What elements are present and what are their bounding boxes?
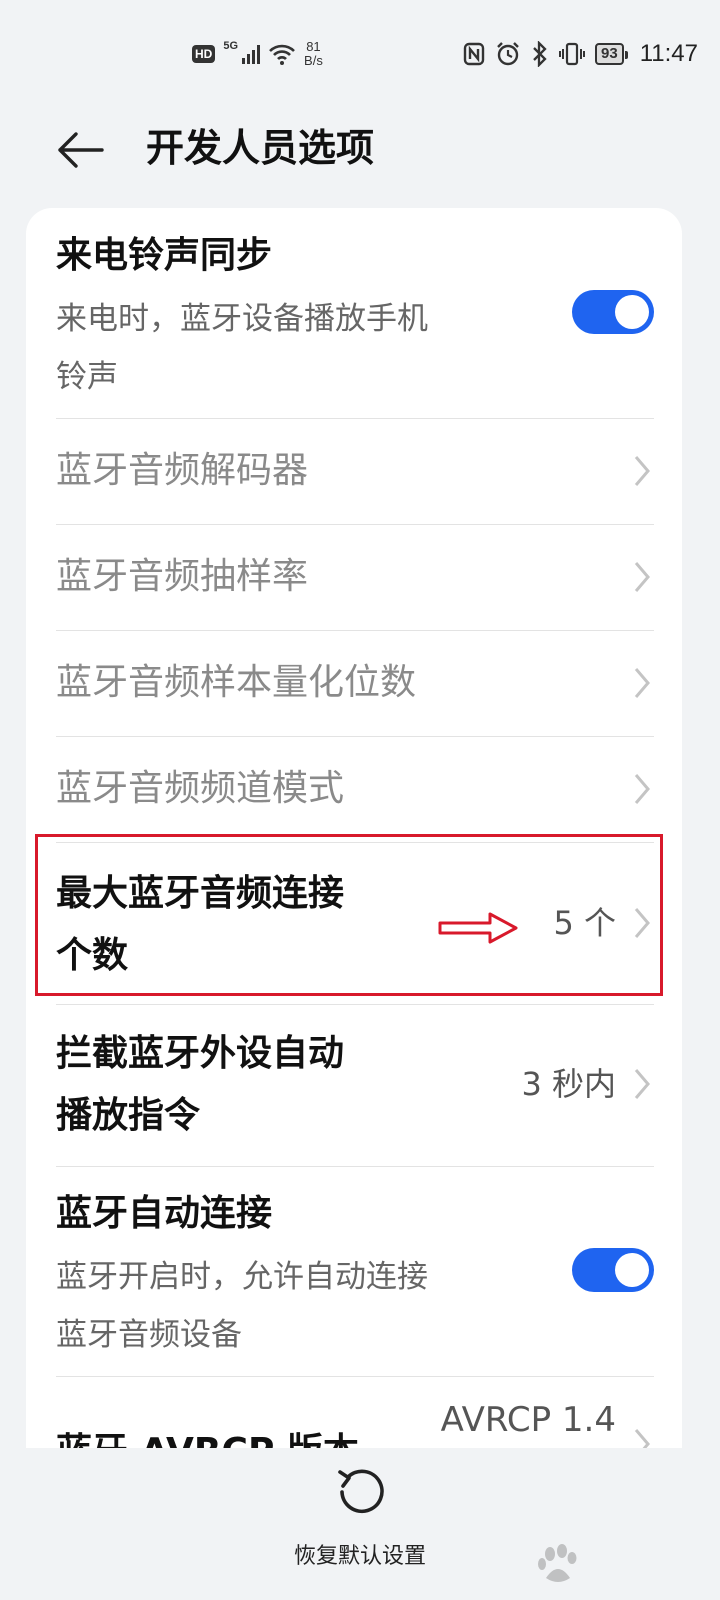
chevron-right-icon	[634, 908, 650, 938]
status-bar: HD 5G 81 B/s 93 11:47	[0, 0, 720, 100]
net-speed: 81 B/s	[304, 40, 323, 68]
reset-defaults-button[interactable]: 恢复默认设置	[260, 1464, 460, 1574]
nfc-icon	[463, 42, 485, 66]
network-type: 5G	[223, 40, 239, 52]
setting-value: 5 个	[553, 904, 616, 942]
setting-value: AVRCP 1.4	[440, 1400, 616, 1440]
setting-title: 蓝牙自动连接	[56, 1193, 273, 1234]
setting-title: 蓝牙音频样本量化位数	[56, 662, 417, 703]
toggle-knob	[615, 295, 649, 329]
chevron-right-icon	[634, 1069, 650, 1099]
bluetooth-icon	[533, 41, 547, 67]
setting-sample-rate: 蓝牙音频抽样率	[56, 524, 654, 631]
reset-defaults-label: 恢复默认设置	[293, 1544, 426, 1569]
setting-channel-mode: 蓝牙音频频道模式	[56, 736, 654, 843]
setting-title-line1: 拦截蓝牙外设自动	[56, 1033, 345, 1074]
setting-desc-line2: 蓝牙音频设备	[56, 1317, 242, 1353]
setting-audio-codec: 蓝牙音频解码器	[56, 418, 654, 525]
setting-desc-line1: 蓝牙开启时，允许自动连接	[56, 1259, 428, 1295]
setting-title: 蓝牙音频抽样率	[56, 556, 309, 597]
setting-title-line1: 最大蓝牙音频连接	[56, 873, 345, 914]
chevron-right-icon	[634, 562, 650, 592]
setting-max-connections[interactable]: 最大蓝牙音频连接 个数 5 个	[56, 842, 654, 1005]
setting-title: 来电铃声同步	[56, 235, 273, 276]
toggle-knob	[615, 1253, 649, 1287]
auto-connect-toggle[interactable]	[572, 1248, 654, 1292]
battery-icon: 93	[595, 43, 628, 65]
setting-title-line2: 播放指令	[56, 1095, 201, 1136]
clock: 11:47	[639, 40, 698, 67]
net-speed-unit: B/s	[304, 53, 323, 68]
setting-title: 蓝牙音频频道模式	[56, 768, 345, 809]
baidu-watermark-logo	[530, 1540, 680, 1592]
annotation-arrow-icon	[438, 912, 518, 944]
signal-icon	[242, 44, 261, 64]
page-title: 开发人员选项	[146, 126, 375, 170]
chevron-right-icon	[634, 456, 650, 486]
setting-title: 蓝牙 AVRCP 版本	[56, 1426, 359, 1448]
app-header: 开发人员选项	[0, 100, 720, 200]
settings-list: 来电铃声同步 来电时，蓝牙设备播放手机 铃声 蓝牙音频解码器 蓝牙音频抽样率 蓝…	[26, 208, 682, 1448]
setting-auto-connect[interactable]: 蓝牙自动连接 蓝牙开启时，允许自动连接 蓝牙音频设备	[56, 1166, 654, 1377]
status-right: 93 11:47	[463, 36, 698, 72]
setting-value: 3 秒内	[521, 1065, 616, 1103]
hd-badge: HD	[192, 45, 216, 63]
ringtone-sync-toggle[interactable]	[572, 290, 654, 334]
setting-block-autoplay[interactable]: 拦截蓝牙外设自动 播放指令 3 秒内	[56, 1004, 654, 1167]
setting-title: 蓝牙音频解码器	[56, 450, 309, 491]
vibrate-icon	[559, 42, 586, 66]
reset-icon	[338, 1469, 384, 1514]
chevron-right-icon	[634, 668, 650, 698]
chevron-right-icon	[634, 774, 650, 804]
setting-avrcp-version[interactable]: 蓝牙 AVRCP 版本 AVRCP 1.4	[56, 1376, 654, 1448]
setting-bits-per-sample: 蓝牙音频样本量化位数	[56, 630, 654, 737]
bottom-toolbar: 恢复默认设置	[0, 1450, 720, 1600]
net-speed-value: 81	[306, 39, 321, 54]
back-arrow-icon	[58, 132, 104, 168]
alarm-icon	[497, 42, 519, 66]
setting-desc-line1: 来电时，蓝牙设备播放手机	[56, 301, 428, 337]
wifi-icon	[269, 44, 295, 65]
chevron-right-icon	[634, 1429, 650, 1448]
setting-title-line2: 个数	[56, 935, 129, 976]
setting-ringtone-sync[interactable]: 来电铃声同步 来电时，蓝牙设备播放手机 铃声	[56, 208, 654, 419]
status-left: HD 5G 81 B/s	[192, 38, 323, 70]
back-button[interactable]	[52, 122, 108, 178]
baidu-paw-icon	[538, 1544, 577, 1582]
setting-desc-line2: 铃声	[56, 359, 118, 395]
